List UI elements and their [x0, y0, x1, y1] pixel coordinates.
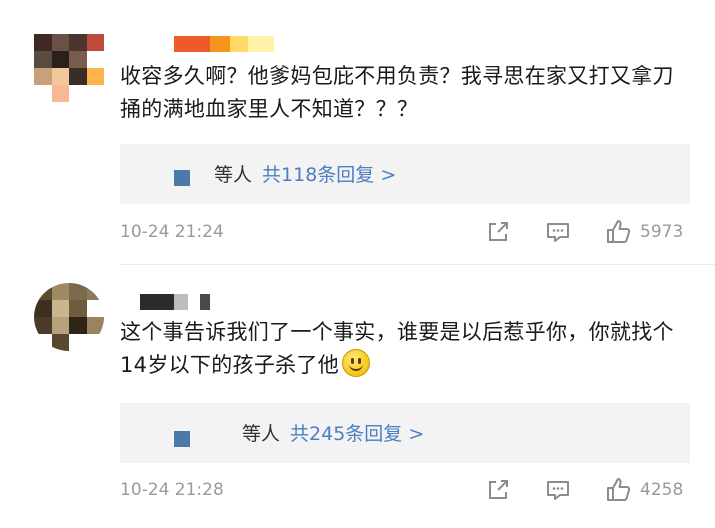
comment-1-reply-box[interactable]: 等人 共118条回复 > — [120, 144, 690, 204]
avatar-mosaic-tile — [34, 51, 52, 68]
avatar-mosaic-tile — [51, 317, 69, 334]
avatar-mosaic-tile — [51, 283, 69, 300]
like-count: 4258 — [640, 480, 684, 500]
like-icon[interactable] — [604, 218, 632, 246]
avatar-mosaic-tile — [34, 300, 52, 317]
avatar-mosaic-tile — [86, 334, 104, 351]
like-count: 5973 — [640, 222, 684, 242]
avatar-mosaic-tile — [86, 283, 104, 300]
avatar-mosaic-tile — [69, 300, 87, 317]
divider — [120, 264, 715, 265]
reply-avatar — [174, 431, 190, 447]
repost-icon[interactable] — [484, 476, 512, 504]
avatar-mosaic-tile — [69, 317, 87, 334]
smile-emoji-icon — [342, 349, 371, 377]
avatar-mosaic-tile — [51, 300, 69, 317]
comment-1-text: 收容多久啊？他爹妈包庇不用负责？我寻思在家又打又拿刀捅的满地血家里人不知道？？？ — [120, 64, 674, 121]
repost-icon[interactable] — [484, 218, 512, 246]
comment-2-meta: 10-24 21:28 4258 — [120, 476, 695, 506]
comment-2-text: 这个事告诉我们了一个事实，谁要是以后惹乎你，你就找个14岁以下的孩子杀了他 — [120, 316, 690, 382]
comment-icon[interactable] — [544, 218, 572, 246]
avatar-mosaic-tile — [34, 85, 52, 102]
avatar-mosaic-tile — [69, 334, 87, 351]
avatar-mosaic-tile — [86, 300, 104, 317]
comment-2-reply-box[interactable]: 等人 共245条回复 > — [120, 403, 690, 463]
avatar-mosaic-tile — [34, 334, 52, 351]
like-icon[interactable] — [604, 476, 632, 504]
comment-1-username[interactable] — [174, 36, 274, 52]
username-mosaic-block — [174, 36, 210, 52]
comment-time: 10-24 21:28 — [120, 480, 224, 500]
comment-2-avatar[interactable] — [34, 283, 104, 351]
reply-avatar — [174, 170, 190, 186]
avatar-mosaic-tile — [69, 283, 87, 300]
comment-1-meta: 10-24 21:24 5973 — [120, 218, 695, 248]
avatar-mosaic-tile — [69, 51, 87, 68]
avatar-mosaic-tile — [51, 85, 69, 102]
avatar-mosaic-tile — [51, 68, 69, 85]
username-mosaic-block — [210, 36, 230, 52]
reply-count-link[interactable]: 共118条回复 > — [262, 164, 396, 186]
username-mosaic-block — [248, 36, 274, 52]
comment-1-avatar[interactable] — [34, 34, 104, 102]
avatar-mosaic-tile — [86, 51, 104, 68]
avatar-mosaic-tile — [86, 85, 104, 102]
avatar-mosaic-tile — [86, 68, 104, 85]
comment-time: 10-24 21:24 — [120, 222, 224, 242]
avatar-mosaic-tile — [69, 68, 87, 85]
avatar-mosaic-tile — [69, 34, 87, 51]
avatar-mosaic-tile — [34, 283, 52, 300]
avatar-mosaic-tile — [34, 317, 52, 334]
reply-prefix: 等人 — [214, 164, 253, 186]
avatar-mosaic-tile — [51, 34, 69, 51]
username-mosaic-block — [174, 294, 188, 310]
username-mosaic-block — [230, 36, 248, 52]
avatar-mosaic-tile — [86, 317, 104, 334]
reply-count-link[interactable]: 共245条回复 > — [290, 423, 424, 445]
username-mosaic-block — [188, 294, 200, 310]
comment-icon[interactable] — [544, 476, 572, 504]
avatar-mosaic-tile — [51, 334, 69, 351]
avatar-mosaic-tile — [51, 51, 69, 68]
reply-prefix: 等人 — [242, 423, 281, 445]
username-mosaic-block — [140, 294, 174, 310]
comment-2-username[interactable] — [140, 294, 210, 310]
username-mosaic-block — [200, 294, 210, 310]
avatar-mosaic-tile — [69, 85, 87, 102]
avatar-mosaic-tile — [86, 34, 104, 51]
comment-2-text-body: 这个事告诉我们了一个事实，谁要是以后惹乎你，你就找个14岁以下的孩子杀了他 — [120, 320, 674, 377]
avatar-mosaic-tile — [34, 34, 52, 51]
avatar-mosaic-tile — [34, 68, 52, 85]
